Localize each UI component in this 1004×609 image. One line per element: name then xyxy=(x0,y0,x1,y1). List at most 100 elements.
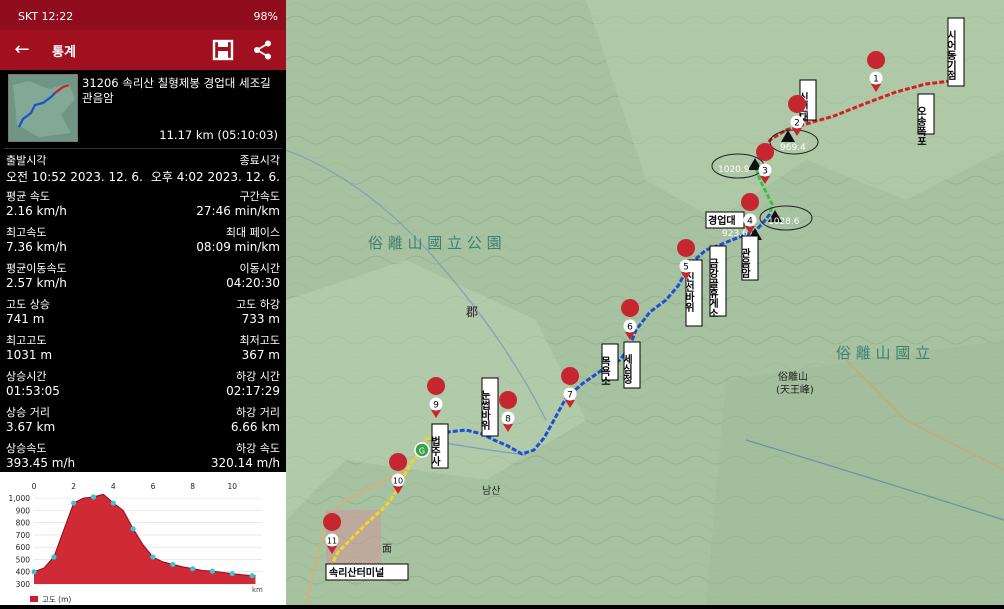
map-label-district: 郡 xyxy=(466,305,478,319)
stat-row-elevation-range: 최고고도 1031 m 최저고도 367 m xyxy=(6,331,280,367)
stat-label: 구간속도 xyxy=(239,190,280,203)
stat-value: 27:46 min/km xyxy=(196,204,280,218)
svg-text:관음암: 관음암 xyxy=(739,247,751,279)
elevation-point xyxy=(170,561,176,567)
y-tick-label: 700 xyxy=(16,531,31,540)
stat-label: 최고고도 xyxy=(6,334,47,347)
x-tick-label: 0 xyxy=(32,482,37,491)
y-tick-label: 900 xyxy=(16,506,31,515)
elevation-point xyxy=(31,569,37,575)
share-button[interactable] xyxy=(252,39,274,61)
status-bar: SKT 12:22 98% xyxy=(0,0,286,30)
stat-row-speed: 평균 속도 2.16 km/h 구간속도 27:46 min/km xyxy=(6,187,280,223)
map-label-peak-sub: (天王峰) xyxy=(776,384,814,396)
stat-label: 최저고도 xyxy=(239,334,280,347)
stat-label: 평균이동속도 xyxy=(6,262,67,275)
y-tick-label: 300 xyxy=(16,580,31,589)
svg-text:10: 10 xyxy=(393,477,403,486)
divider xyxy=(4,148,282,149)
svg-text:6: 6 xyxy=(627,323,633,333)
elevation-point xyxy=(229,570,235,577)
map-label-park-east: 俗 離 山 國 立 xyxy=(836,344,930,362)
stat-row-distances: 상승 거리 3.67 km 하강 거리 6.66 km xyxy=(6,403,280,439)
stat-value: 02:17:29 xyxy=(226,384,280,398)
share-icon xyxy=(254,40,271,60)
stat-label: 하강 속도 xyxy=(236,442,280,455)
stat-value: 04:20:30 xyxy=(226,276,280,290)
callout-label-terminal: 속리산터미널 xyxy=(329,566,384,579)
stat-value: 01:53:05 xyxy=(6,384,60,398)
elevation-point xyxy=(130,526,136,532)
stat-value: 2.16 km/h xyxy=(6,204,67,218)
svg-text:11: 11 xyxy=(327,537,337,546)
stat-value: 2.57 km/h xyxy=(6,276,67,290)
stat-label: 상승속도 xyxy=(6,442,47,455)
svg-text:1: 1 xyxy=(873,75,879,85)
x-tick-label: 10 xyxy=(227,482,237,491)
route-distance-time: 11.17 km (05:10:03) xyxy=(159,128,278,142)
back-button[interactable]: ← xyxy=(10,38,34,62)
stat-label: 이동시간 xyxy=(239,262,280,275)
stat-label: 상승 거리 xyxy=(6,406,50,419)
app-root: SKT 12:22 98% ← 통계 31206 속리산 칠형제봉 경업대 세조… xyxy=(0,0,1004,605)
y-tick-label: 500 xyxy=(16,555,31,564)
elevation-point xyxy=(249,573,255,579)
stat-value: 6.66 km xyxy=(230,420,280,434)
svg-text:세심정: 세심정 xyxy=(621,353,633,385)
elevation-area xyxy=(34,494,256,584)
elevation-chart-svg: 300 400 500 600 700 800 900 1,0000 2 4 6 8 10 km 고도 (m… xyxy=(9,482,264,604)
route-thumbnail[interactable] xyxy=(8,74,78,142)
stat-value: 393.45 m/h xyxy=(6,456,76,470)
svg-text:오송폭포: 오송폭포 xyxy=(915,106,927,146)
svg-text:5: 5 xyxy=(683,263,689,273)
elevation-label: 1028.6 xyxy=(768,217,800,227)
save-button[interactable] xyxy=(212,39,234,61)
stat-value: 오후 4:02 2023. 12. 6. xyxy=(150,170,280,184)
start-marker[interactable]: G xyxy=(414,442,430,458)
route-name: 31206 속리산 칠형제봉 경업대 세조길 관음암 xyxy=(82,76,271,105)
elevation-chart[interactable]: 300 400 500 600 700 800 900 1,000 0 2 4 6 8 10 km 고도 (m… xyxy=(0,472,286,605)
y-tick-label: 400 xyxy=(16,568,31,577)
x-tick-label: 6 xyxy=(151,482,156,491)
stat-row-max-speed: 최고속도 7.36 km/h 최대 페이스 08:09 min/km xyxy=(6,223,280,259)
svg-text:금강골휴게소: 금강골휴게소 xyxy=(707,258,719,318)
y-tick-label: 1,000 xyxy=(9,494,31,503)
y-tick-label: 600 xyxy=(16,543,31,552)
page-title: 통계 xyxy=(52,45,76,60)
route-thumbnail-map xyxy=(9,75,77,141)
stat-row-elevation-gain: 고도 상승 741 m 고도 하강 733 m xyxy=(6,295,280,331)
svg-text:8: 8 xyxy=(505,415,511,425)
map-label-namsan: 남산 xyxy=(482,485,500,497)
arrow-left-icon: ← xyxy=(14,39,30,60)
svg-text:시어동기점: 시어동기점 xyxy=(945,30,957,81)
legend-swatch xyxy=(30,596,38,602)
elevation-point xyxy=(190,566,196,572)
elevation-point xyxy=(90,494,97,500)
svg-text:G: G xyxy=(419,447,425,456)
elevation-point xyxy=(71,500,77,506)
stat-label: 최고속도 xyxy=(6,226,47,239)
elevation-point xyxy=(209,568,216,574)
stat-value: 7.36 km/h xyxy=(6,240,67,254)
stat-value: 1031 m xyxy=(6,348,53,362)
topo-map[interactable]: 俗 離 山 國 立 公 園 俗 離 山 國 立 俗離山 (天王峰) 郡 남산 面… xyxy=(286,0,1004,605)
map-label-park: 俗 離 山 國 立 公 園 xyxy=(368,234,502,252)
stat-value: 741 m xyxy=(6,312,45,326)
stat-label: 평균 속도 xyxy=(6,190,50,203)
legend-label: 고도 (m) xyxy=(42,595,71,604)
stat-label: 상승시간 xyxy=(6,370,47,383)
callout-label: 경업대 xyxy=(708,214,736,227)
elevation-label: 1020.9 xyxy=(718,165,750,175)
x-tick-label: 8 xyxy=(190,482,195,491)
svg-text:2: 2 xyxy=(794,119,800,129)
stat-value: 3.67 km xyxy=(6,420,56,434)
stat-value: 367 m xyxy=(241,348,280,362)
map-label-myeon: 面 xyxy=(382,544,392,555)
svg-text:3: 3 xyxy=(762,167,768,177)
stat-row-times: 상승시간 01:53:05 하강 시간 02:17:29 xyxy=(6,367,280,403)
stat-label: 고도 상승 xyxy=(6,298,50,311)
stat-label: 하강 시간 xyxy=(236,370,280,383)
svg-text:7: 7 xyxy=(567,391,573,401)
svg-text:법주사: 법주사 xyxy=(429,435,441,467)
svg-text:9: 9 xyxy=(433,401,439,411)
